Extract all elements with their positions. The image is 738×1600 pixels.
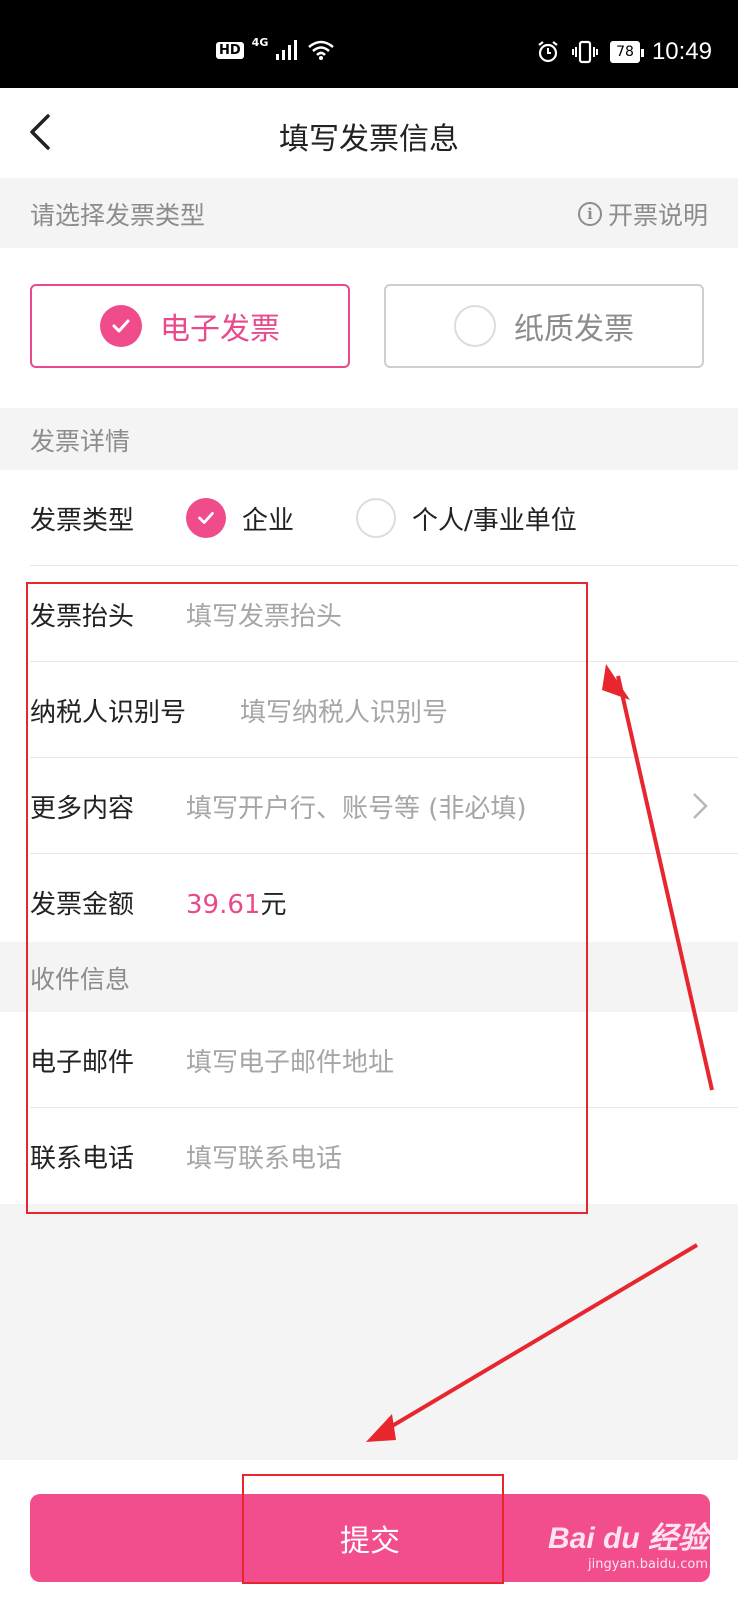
wifi-icon [308, 40, 335, 60]
invoice-help-text: 开票说明 [607, 201, 708, 230]
clock: 10:49 [651, 38, 712, 65]
paper-invoice-option[interactable]: 纸质发票 [384, 284, 704, 368]
watermark-brand: Bai du 经验 [547, 1522, 708, 1555]
checked-icon [100, 305, 142, 347]
invoice-type-panel: 电子发票 纸质发票 [0, 248, 738, 408]
paper-invoice-label: 纸质发票 [514, 312, 634, 347]
company-option[interactable]: 企业 [186, 498, 294, 538]
invoice-type-label: 请选择发票类型 [30, 201, 206, 230]
chevron-right-icon [693, 793, 708, 819]
personal-option-label: 个人/事业单位 [412, 505, 577, 536]
invoice-party-label: 发票类型 [30, 506, 135, 536]
electronic-invoice-option[interactable]: 电子发票 [30, 284, 350, 368]
status-right: 78 10:49 [536, 38, 712, 66]
details-header: 发票详情 [0, 408, 738, 470]
vibrate-icon [572, 40, 599, 64]
page-title: 填写发票信息 [279, 122, 459, 157]
hd-badge: HD [216, 41, 244, 59]
annotation-box-form [26, 582, 588, 1214]
network-type: 4G [251, 35, 269, 49]
details-label: 发票详情 [30, 427, 131, 456]
watermark-url: jingyan.baidu.com [588, 1557, 708, 1572]
electronic-invoice-label: 电子发票 [160, 312, 280, 347]
company-option-label: 企业 [242, 505, 295, 536]
baidu-watermark: Bai du 经验 jingyan.baidu.com [548, 1513, 708, 1572]
unchecked-icon [454, 305, 496, 347]
personal-option[interactable]: 个人/事业单位 [356, 498, 577, 538]
invoice-party-row: 发票类型 企业 个人/事业单位 [0, 470, 738, 566]
unchecked-icon [356, 498, 396, 538]
info-icon: i [577, 202, 602, 226]
invoice-type-header: 请选择发票类型 i 开票说明 [0, 178, 738, 248]
status-left: HD 4G [216, 36, 335, 60]
nav-bar: 填写发票信息 [0, 88, 738, 178]
status-bar: HD 4G 78 10:49 [0, 0, 738, 88]
battery-icon: 78 [610, 41, 644, 63]
invoice-help-link[interactable]: i 开票说明 [577, 196, 708, 232]
signal-icon [276, 40, 298, 60]
annotation-box-submit [242, 1474, 504, 1584]
alarm-icon [538, 41, 558, 63]
checked-icon [186, 498, 226, 538]
